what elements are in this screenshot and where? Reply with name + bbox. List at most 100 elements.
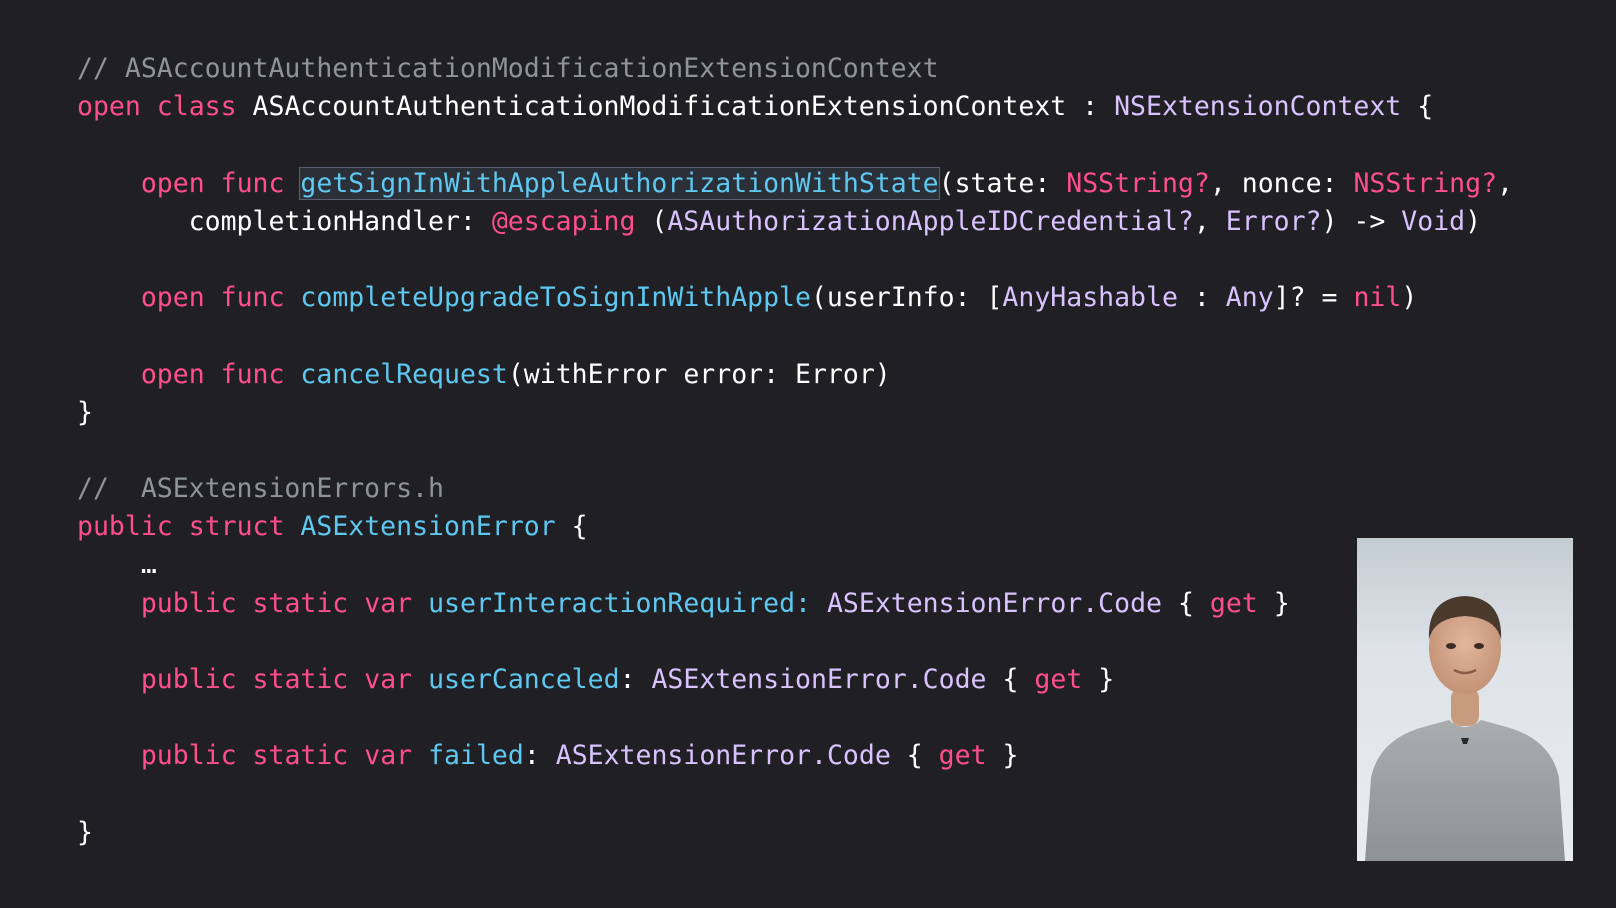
code-token: : (523, 740, 556, 772)
code-line: open class ASAccountAuthenticationModifi… (77, 88, 1513, 126)
presenter-video (1357, 538, 1573, 861)
code-line: // ASExtensionErrors.h (77, 470, 1513, 508)
code-token: ASExtensionError.Code (651, 664, 987, 695)
code-token: NSString? (1353, 167, 1498, 199)
code-line: // ASAccountAuthenticationModificationEx… (77, 50, 1513, 88)
code-token: ASAccountAuthenticationModificationExten… (236, 91, 1115, 123)
code-token: get (938, 740, 987, 772)
code-token: : (619, 664, 652, 695)
code-line: open func completeUpgradeToSignInWithApp… (77, 279, 1513, 317)
code-token: ]? = (1273, 282, 1354, 314)
code-token: { (1401, 91, 1434, 123)
code-line: } (77, 814, 1513, 852)
code-token: ) -> (1321, 205, 1402, 237)
code-token: ( (635, 205, 668, 237)
code-token: NSString? (1066, 167, 1210, 199)
code-token: ASExtensionError.Code (826, 587, 1162, 619)
code-token: nil (1353, 282, 1402, 314)
code-token: ASExtensionError.Code (555, 740, 891, 772)
code-token: Error? (1225, 205, 1322, 237)
code-token: get (1034, 664, 1083, 695)
code-token: static (252, 740, 349, 772)
code-token: var (364, 587, 413, 619)
code-token: } (986, 740, 1019, 772)
code-token: failed (428, 740, 524, 772)
code-token: ASAuthorizationAppleIDCredential? (667, 205, 1194, 237)
code-token: ) (1465, 205, 1482, 237)
code-token: ) (1401, 282, 1418, 314)
code-token: … (77, 549, 157, 581)
code-line: public static var userCanceled: ASExtens… (77, 661, 1513, 699)
code-token: { (986, 664, 1035, 695)
code-token: { (890, 740, 939, 772)
code-token: ASExtensionError (300, 511, 556, 543)
code-token: Void (1401, 205, 1466, 237)
code-token: var (364, 740, 413, 772)
code-token: public (77, 511, 173, 543)
code-token: { (555, 511, 588, 543)
code-token: open (140, 282, 205, 314)
code-token: , (1193, 205, 1226, 237)
code-token: userInteractionRequired: (428, 587, 811, 619)
code-token: var (364, 664, 413, 695)
code-token: cancelRequest (300, 358, 508, 390)
code-token: (userInfo: [ (810, 282, 1003, 314)
code-block: // ASAccountAuthenticationModificationEx… (77, 50, 1513, 852)
code-token: public (140, 740, 237, 772)
code-token: class (156, 91, 237, 123)
code-token: static (252, 587, 349, 619)
code-line: } (77, 394, 1513, 432)
code-token: completeUpgradeToSignInWithApple (300, 282, 811, 314)
code-token: } (77, 816, 93, 848)
code-line: public static var failed: ASExtensionErr… (77, 737, 1513, 775)
code-line: public struct ASExtensionError { (77, 508, 1513, 546)
code-token: @escaping (491, 205, 636, 237)
code-token: static (252, 664, 349, 695)
code-token: } (77, 396, 93, 428)
code-line: completionHandler: @escaping (ASAuthoriz… (77, 203, 1513, 241)
code-token: func (220, 167, 285, 199)
code-token: (withError error: Error) (507, 358, 891, 390)
code-line: open func cancelRequest(withError error:… (77, 356, 1513, 394)
code-token: // ASAccountAuthenticationModificationEx… (77, 53, 939, 84)
selected-identifier: getSignInWithAppleAuthorizationWithState (299, 166, 940, 200)
code-token: open (140, 167, 205, 199)
code-token: completionHandler: (77, 205, 492, 237)
code-token: func (220, 358, 285, 390)
code-token: } (1257, 587, 1290, 619)
code-token: } (1082, 664, 1115, 695)
code-line: open func getSignInWithAppleAuthorizatio… (77, 165, 1513, 203)
code-token: get (1209, 587, 1258, 619)
code-token: // ASExtensionErrors.h (77, 473, 444, 505)
code-token: open (77, 91, 141, 123)
